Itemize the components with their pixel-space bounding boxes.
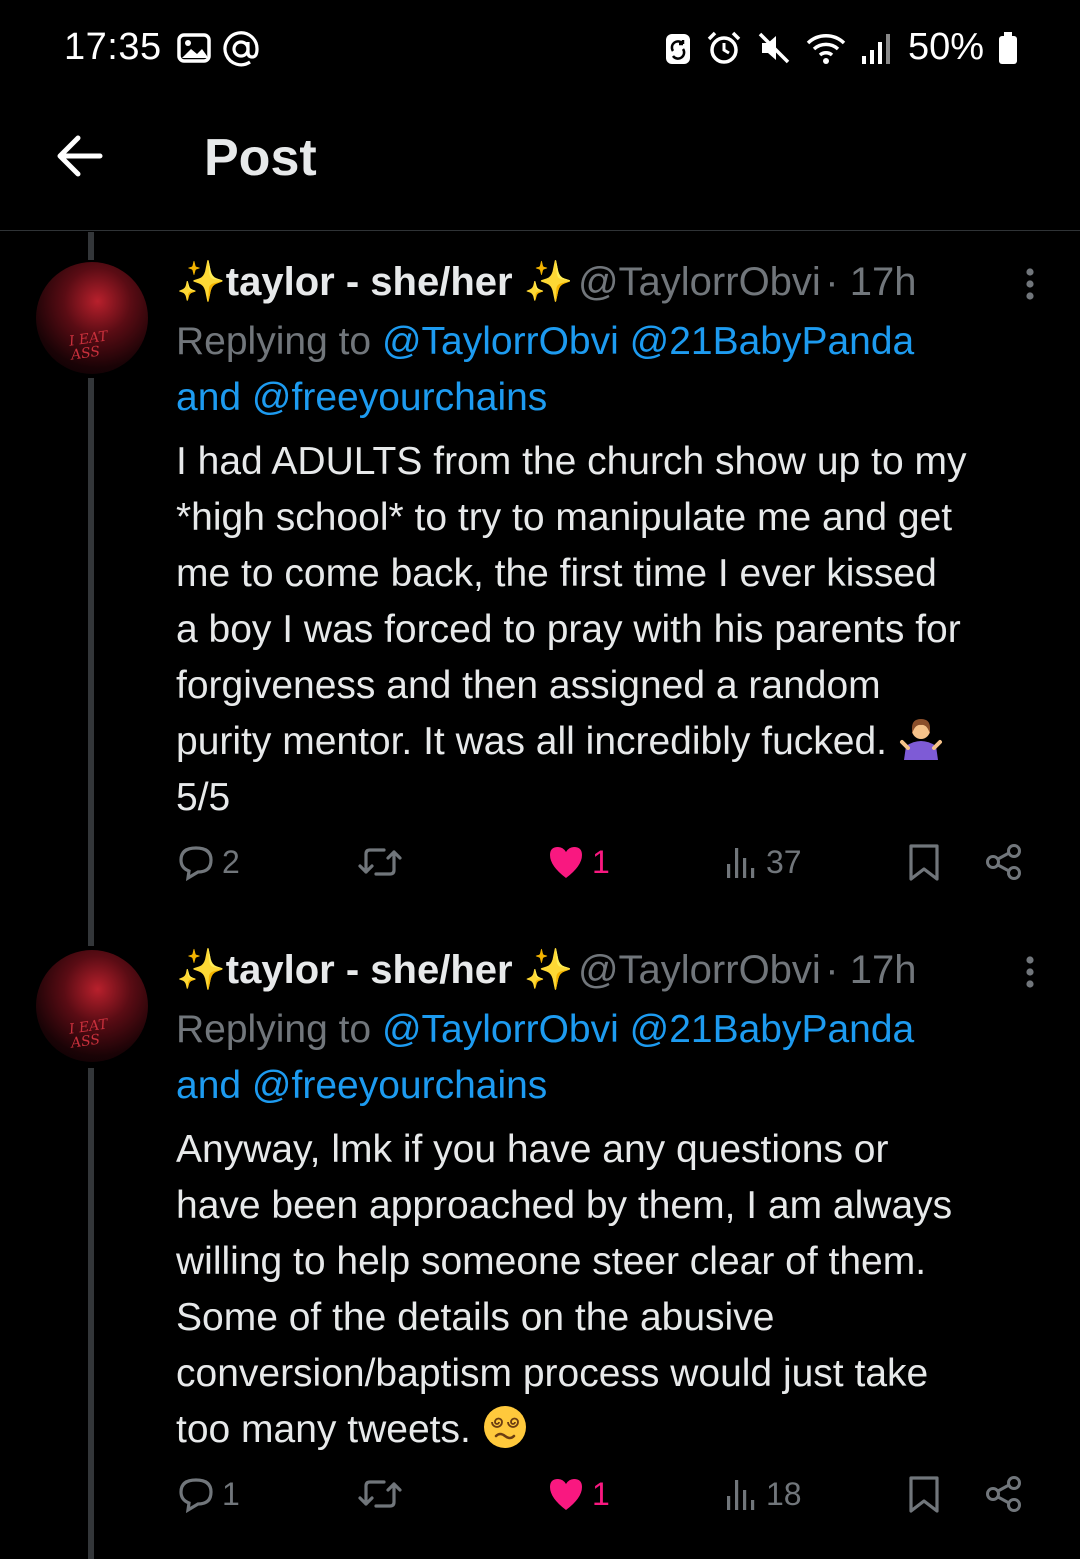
views-icon xyxy=(727,848,755,878)
mention-link[interactable]: @TaylorrObvi xyxy=(382,320,619,363)
share-button[interactable] xyxy=(984,1474,1024,1514)
thread-line-2 xyxy=(88,1068,94,1559)
sync-icon xyxy=(665,33,690,64)
tweet-actions: 2 1 37 xyxy=(176,842,1036,902)
thread-line-1 xyxy=(88,378,94,946)
like-count: 1 xyxy=(592,843,610,880)
handle[interactable]: @TaylorrObvi xyxy=(578,260,821,304)
handle[interactable]: @TaylorrObvi xyxy=(578,948,821,992)
mention-link[interactable]: @TaylorrObvi xyxy=(382,1008,619,1051)
status-time: 17:35 xyxy=(64,26,162,68)
alarm-icon xyxy=(707,31,741,64)
more-options-icon[interactable] xyxy=(1018,264,1042,304)
gallery-icon xyxy=(177,33,211,63)
post-time: · 17h xyxy=(825,948,917,992)
share-button[interactable] xyxy=(984,842,1024,882)
mention-link[interactable]: @freeyourchains xyxy=(252,1064,547,1107)
tweet-text: Anyway, lmk if you have any questions or… xyxy=(176,1128,953,1451)
heart-icon xyxy=(550,1479,582,1510)
face-with-spiral-eyes-emoji xyxy=(483,1406,526,1448)
retweet-button[interactable] xyxy=(356,842,404,882)
mention-link[interactable]: @freeyourchains xyxy=(252,376,547,419)
mention-and: and xyxy=(176,376,252,419)
reply-icon xyxy=(179,846,213,882)
wifi-icon xyxy=(806,33,846,64)
replying-to: Replying to @TaylorrObvi @21BabyPanda an… xyxy=(176,1008,915,1107)
thread-line-top xyxy=(88,232,94,260)
heart-icon xyxy=(550,847,582,878)
reply-button[interactable]: 1 xyxy=(176,1474,240,1514)
arrow-left-icon[interactable] xyxy=(52,128,108,184)
views-icon xyxy=(727,1480,755,1510)
signal-icon xyxy=(861,33,890,64)
share-icon xyxy=(986,1476,1021,1512)
status-bar: 17:35 50% xyxy=(0,0,1080,100)
tweet[interactable]: ✨taylor - she/her ✨ @TaylorrObvi · 17h R… xyxy=(176,258,1046,826)
views-button[interactable]: 37 xyxy=(724,842,802,882)
avatar[interactable]: I EAT ASS xyxy=(36,950,148,1062)
bookmark-button[interactable] xyxy=(906,1474,942,1514)
mention-and: and xyxy=(176,1064,252,1107)
tweet-text: I had ADULTS from the church show up to … xyxy=(176,440,967,819)
mute-icon xyxy=(758,32,790,63)
page-title: Post xyxy=(204,129,317,187)
display-name[interactable]: ✨taylor - she/her ✨ xyxy=(176,948,573,992)
retweet-icon xyxy=(358,1480,402,1508)
view-count: 18 xyxy=(766,1475,802,1512)
like-button[interactable]: 1 xyxy=(546,1474,610,1514)
like-button[interactable]: 1 xyxy=(546,842,610,882)
retweet-icon xyxy=(358,848,402,876)
person-shrugging-emoji xyxy=(899,719,942,760)
bookmark-button[interactable] xyxy=(906,842,942,882)
view-count: 37 xyxy=(766,843,802,880)
at-icon xyxy=(223,31,259,67)
mention-link[interactable]: @21BabyPanda xyxy=(630,1008,915,1051)
header xyxy=(0,100,1080,231)
reply-count: 1 xyxy=(222,1475,240,1512)
reply-button[interactable]: 2 xyxy=(176,842,240,882)
tweet[interactable]: ✨taylor - she/her ✨ @TaylorrObvi · 17h R… xyxy=(176,946,1046,1458)
battery-percent: 50% xyxy=(907,26,984,68)
reply-icon xyxy=(179,1478,213,1514)
views-button[interactable]: 18 xyxy=(724,1474,802,1514)
reply-count: 2 xyxy=(222,843,240,880)
display-name[interactable]: ✨taylor - she/her ✨ xyxy=(176,260,573,304)
bookmark-icon xyxy=(909,1476,939,1513)
retweet-button[interactable] xyxy=(356,1474,404,1514)
replying-to: Replying to @TaylorrObvi @21BabyPanda an… xyxy=(176,320,915,419)
post-time: · 17h xyxy=(825,260,917,304)
tweet-actions: 1 1 18 xyxy=(176,1474,1036,1534)
mention-link[interactable]: @21BabyPanda xyxy=(630,320,915,363)
share-icon xyxy=(986,844,1021,880)
more-options-icon[interactable] xyxy=(1018,952,1042,992)
avatar[interactable]: I EAT ASS xyxy=(36,262,148,374)
battery-icon xyxy=(999,31,1017,64)
like-count: 1 xyxy=(592,1475,610,1512)
bookmark-icon xyxy=(909,844,939,881)
